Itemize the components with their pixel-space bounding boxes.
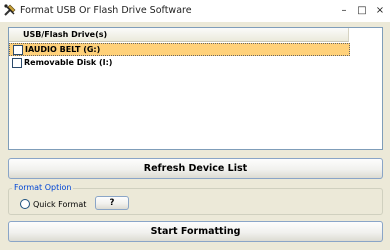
start-formatting-button[interactable]: Start Formatting (8, 221, 383, 242)
window-title: Format USB Or Flash Drive Software (20, 5, 192, 16)
quick-format-radio[interactable] (20, 199, 30, 209)
refresh-device-list-button[interactable]: Refresh Device List (8, 158, 383, 179)
device-list[interactable]: USB/Flash Drive(s) IAUDIO BELT (G:) Remo… (8, 27, 383, 150)
minimize-button[interactable]: – (337, 3, 351, 17)
device-label: Removable Disk (I:) (24, 58, 113, 67)
help-button[interactable]: ? (95, 196, 129, 210)
device-label: IAUDIO BELT (G:) (25, 45, 101, 54)
maximize-button[interactable]: □ (355, 3, 369, 17)
device-row[interactable]: Removable Disk (I:) (9, 57, 350, 70)
main-window: Format USB Or Flash Drive Software – □ ×… (0, 0, 390, 250)
device-checkbox[interactable] (13, 45, 23, 55)
quick-format-option[interactable]: Quick Format (20, 199, 86, 209)
column-header-usb-drives[interactable]: USB/Flash Drive(s) (9, 28, 349, 42)
device-row[interactable]: IAUDIO BELT (G:) (9, 43, 350, 56)
close-button[interactable]: × (373, 3, 387, 17)
device-checkbox[interactable] (12, 58, 22, 68)
title-bar[interactable]: Format USB Or Flash Drive Software – □ × (0, 0, 390, 22)
client-area: USB/Flash Drive(s) IAUDIO BELT (G:) Remo… (3, 22, 387, 247)
quick-format-label: Quick Format (33, 199, 87, 209)
format-option-label: Format Option (12, 183, 74, 192)
tools-icon (3, 3, 17, 17)
